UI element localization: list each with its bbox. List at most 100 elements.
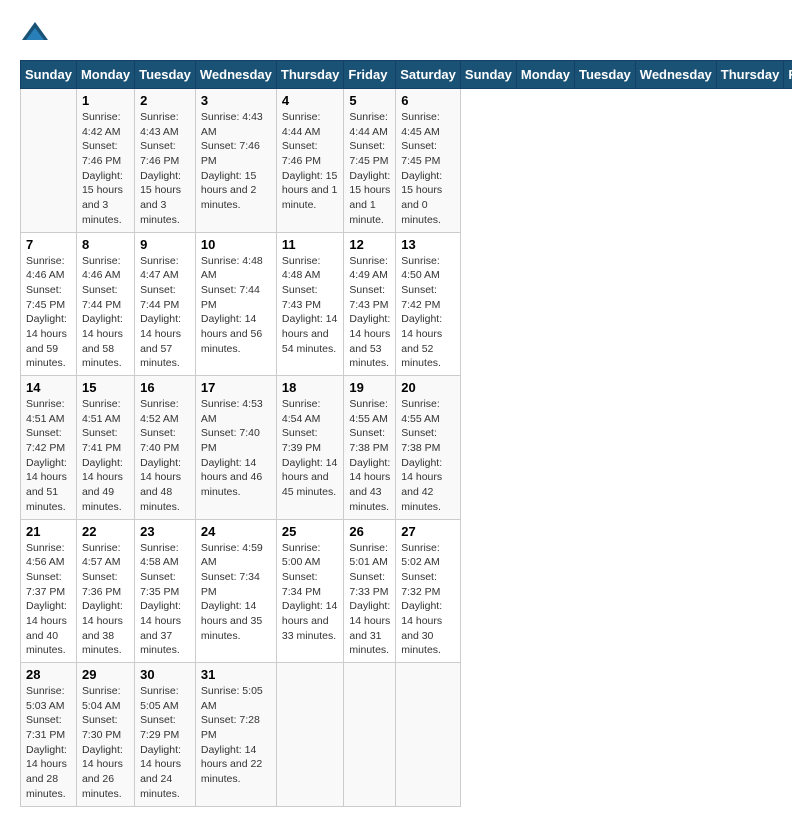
- day-info: Sunrise: 5:00 AMSunset: 7:34 PMDaylight:…: [282, 541, 339, 644]
- day-cell: 14 Sunrise: 4:51 AMSunset: 7:42 PMDaylig…: [21, 376, 77, 520]
- col-header-sunday: Sunday: [21, 61, 77, 89]
- day-cell: 30 Sunrise: 5:05 AMSunset: 7:29 PMDaylig…: [135, 663, 196, 807]
- day-number: 27: [401, 524, 455, 539]
- day-cell: 8 Sunrise: 4:46 AMSunset: 7:44 PMDayligh…: [76, 232, 134, 376]
- day-info: Sunrise: 4:43 AMSunset: 7:46 PMDaylight:…: [140, 110, 190, 228]
- calendar-table: SundayMondayTuesdayWednesdayThursdayFrid…: [20, 60, 792, 807]
- day-number: 14: [26, 380, 71, 395]
- day-cell: 4 Sunrise: 4:44 AMSunset: 7:46 PMDayligh…: [276, 89, 344, 233]
- day-info: Sunrise: 4:59 AMSunset: 7:34 PMDaylight:…: [201, 541, 271, 644]
- day-number: 9: [140, 237, 190, 252]
- col-header-monday: Monday: [516, 61, 574, 89]
- day-cell: [21, 89, 77, 233]
- day-cell: [276, 663, 344, 807]
- day-cell: 31 Sunrise: 5:05 AMSunset: 7:28 PMDaylig…: [195, 663, 276, 807]
- day-cell: 15 Sunrise: 4:51 AMSunset: 7:41 PMDaylig…: [76, 376, 134, 520]
- day-cell: 27 Sunrise: 5:02 AMSunset: 7:32 PMDaylig…: [396, 519, 461, 663]
- day-info: Sunrise: 4:56 AMSunset: 7:37 PMDaylight:…: [26, 541, 71, 659]
- logo-icon: [20, 20, 50, 50]
- day-cell: 7 Sunrise: 4:46 AMSunset: 7:45 PMDayligh…: [21, 232, 77, 376]
- col-header-wednesday: Wednesday: [195, 61, 276, 89]
- day-cell: 20 Sunrise: 4:55 AMSunset: 7:38 PMDaylig…: [396, 376, 461, 520]
- day-cell: 12 Sunrise: 4:49 AMSunset: 7:43 PMDaylig…: [344, 232, 396, 376]
- col-header-wednesday: Wednesday: [635, 61, 716, 89]
- day-number: 25: [282, 524, 339, 539]
- day-info: Sunrise: 4:50 AMSunset: 7:42 PMDaylight:…: [401, 254, 455, 372]
- day-cell: 13 Sunrise: 4:50 AMSunset: 7:42 PMDaylig…: [396, 232, 461, 376]
- week-row-5: 28 Sunrise: 5:03 AMSunset: 7:31 PMDaylig…: [21, 663, 792, 807]
- day-cell: 25 Sunrise: 5:00 AMSunset: 7:34 PMDaylig…: [276, 519, 344, 663]
- day-info: Sunrise: 4:52 AMSunset: 7:40 PMDaylight:…: [140, 397, 190, 515]
- day-cell: 17 Sunrise: 4:53 AMSunset: 7:40 PMDaylig…: [195, 376, 276, 520]
- day-number: 3: [201, 93, 271, 108]
- day-info: Sunrise: 4:44 AMSunset: 7:45 PMDaylight:…: [349, 110, 390, 228]
- day-number: 18: [282, 380, 339, 395]
- day-cell: 29 Sunrise: 5:04 AMSunset: 7:30 PMDaylig…: [76, 663, 134, 807]
- day-number: 8: [82, 237, 129, 252]
- day-number: 7: [26, 237, 71, 252]
- day-info: Sunrise: 4:48 AMSunset: 7:44 PMDaylight:…: [201, 254, 271, 357]
- day-cell: 23 Sunrise: 4:58 AMSunset: 7:35 PMDaylig…: [135, 519, 196, 663]
- day-number: 28: [26, 667, 71, 682]
- day-cell: 6 Sunrise: 4:45 AMSunset: 7:45 PMDayligh…: [396, 89, 461, 233]
- day-number: 31: [201, 667, 271, 682]
- day-cell: 2 Sunrise: 4:43 AMSunset: 7:46 PMDayligh…: [135, 89, 196, 233]
- day-number: 2: [140, 93, 190, 108]
- day-info: Sunrise: 4:48 AMSunset: 7:43 PMDaylight:…: [282, 254, 339, 357]
- week-row-3: 14 Sunrise: 4:51 AMSunset: 7:42 PMDaylig…: [21, 376, 792, 520]
- day-number: 13: [401, 237, 455, 252]
- day-info: Sunrise: 5:01 AMSunset: 7:33 PMDaylight:…: [349, 541, 390, 659]
- col-header-tuesday: Tuesday: [575, 61, 636, 89]
- day-number: 29: [82, 667, 129, 682]
- day-info: Sunrise: 4:46 AMSunset: 7:45 PMDaylight:…: [26, 254, 71, 372]
- calendar-header-row: SundayMondayTuesdayWednesdayThursdayFrid…: [21, 61, 792, 89]
- day-cell: 28 Sunrise: 5:03 AMSunset: 7:31 PMDaylig…: [21, 663, 77, 807]
- day-number: 6: [401, 93, 455, 108]
- col-header-monday: Monday: [76, 61, 134, 89]
- day-cell: 18 Sunrise: 4:54 AMSunset: 7:39 PMDaylig…: [276, 376, 344, 520]
- day-info: Sunrise: 5:05 AMSunset: 7:28 PMDaylight:…: [201, 684, 271, 787]
- day-info: Sunrise: 4:46 AMSunset: 7:44 PMDaylight:…: [82, 254, 129, 372]
- col-header-tuesday: Tuesday: [135, 61, 196, 89]
- day-cell: 21 Sunrise: 4:56 AMSunset: 7:37 PMDaylig…: [21, 519, 77, 663]
- day-number: 20: [401, 380, 455, 395]
- day-info: Sunrise: 4:49 AMSunset: 7:43 PMDaylight:…: [349, 254, 390, 372]
- day-info: Sunrise: 5:02 AMSunset: 7:32 PMDaylight:…: [401, 541, 455, 659]
- day-info: Sunrise: 4:47 AMSunset: 7:44 PMDaylight:…: [140, 254, 190, 372]
- day-cell: 3 Sunrise: 4:43 AMSunset: 7:46 PMDayligh…: [195, 89, 276, 233]
- day-info: Sunrise: 4:57 AMSunset: 7:36 PMDaylight:…: [82, 541, 129, 659]
- day-info: Sunrise: 4:42 AMSunset: 7:46 PMDaylight:…: [82, 110, 129, 228]
- day-info: Sunrise: 5:05 AMSunset: 7:29 PMDaylight:…: [140, 684, 190, 802]
- day-cell: [396, 663, 461, 807]
- logo: [20, 20, 54, 50]
- col-header-friday: Friday: [344, 61, 396, 89]
- week-row-4: 21 Sunrise: 4:56 AMSunset: 7:37 PMDaylig…: [21, 519, 792, 663]
- day-number: 15: [82, 380, 129, 395]
- day-cell: 19 Sunrise: 4:55 AMSunset: 7:38 PMDaylig…: [344, 376, 396, 520]
- week-row-1: 1 Sunrise: 4:42 AMSunset: 7:46 PMDayligh…: [21, 89, 792, 233]
- day-number: 22: [82, 524, 129, 539]
- page-header: [20, 20, 772, 50]
- week-row-2: 7 Sunrise: 4:46 AMSunset: 7:45 PMDayligh…: [21, 232, 792, 376]
- day-info: Sunrise: 4:45 AMSunset: 7:45 PMDaylight:…: [401, 110, 455, 228]
- day-number: 19: [349, 380, 390, 395]
- col-header-sunday: Sunday: [460, 61, 516, 89]
- day-info: Sunrise: 4:51 AMSunset: 7:41 PMDaylight:…: [82, 397, 129, 515]
- day-cell: 1 Sunrise: 4:42 AMSunset: 7:46 PMDayligh…: [76, 89, 134, 233]
- day-cell: 5 Sunrise: 4:44 AMSunset: 7:45 PMDayligh…: [344, 89, 396, 233]
- day-number: 10: [201, 237, 271, 252]
- col-header-thursday: Thursday: [716, 61, 784, 89]
- col-header-thursday: Thursday: [276, 61, 344, 89]
- day-number: 26: [349, 524, 390, 539]
- day-info: Sunrise: 5:04 AMSunset: 7:30 PMDaylight:…: [82, 684, 129, 802]
- day-info: Sunrise: 4:51 AMSunset: 7:42 PMDaylight:…: [26, 397, 71, 515]
- day-cell: 10 Sunrise: 4:48 AMSunset: 7:44 PMDaylig…: [195, 232, 276, 376]
- day-cell: 16 Sunrise: 4:52 AMSunset: 7:40 PMDaylig…: [135, 376, 196, 520]
- day-info: Sunrise: 4:55 AMSunset: 7:38 PMDaylight:…: [401, 397, 455, 515]
- day-number: 4: [282, 93, 339, 108]
- day-number: 16: [140, 380, 190, 395]
- day-info: Sunrise: 4:53 AMSunset: 7:40 PMDaylight:…: [201, 397, 271, 500]
- day-info: Sunrise: 4:43 AMSunset: 7:46 PMDaylight:…: [201, 110, 271, 213]
- day-cell: [344, 663, 396, 807]
- day-info: Sunrise: 4:58 AMSunset: 7:35 PMDaylight:…: [140, 541, 190, 659]
